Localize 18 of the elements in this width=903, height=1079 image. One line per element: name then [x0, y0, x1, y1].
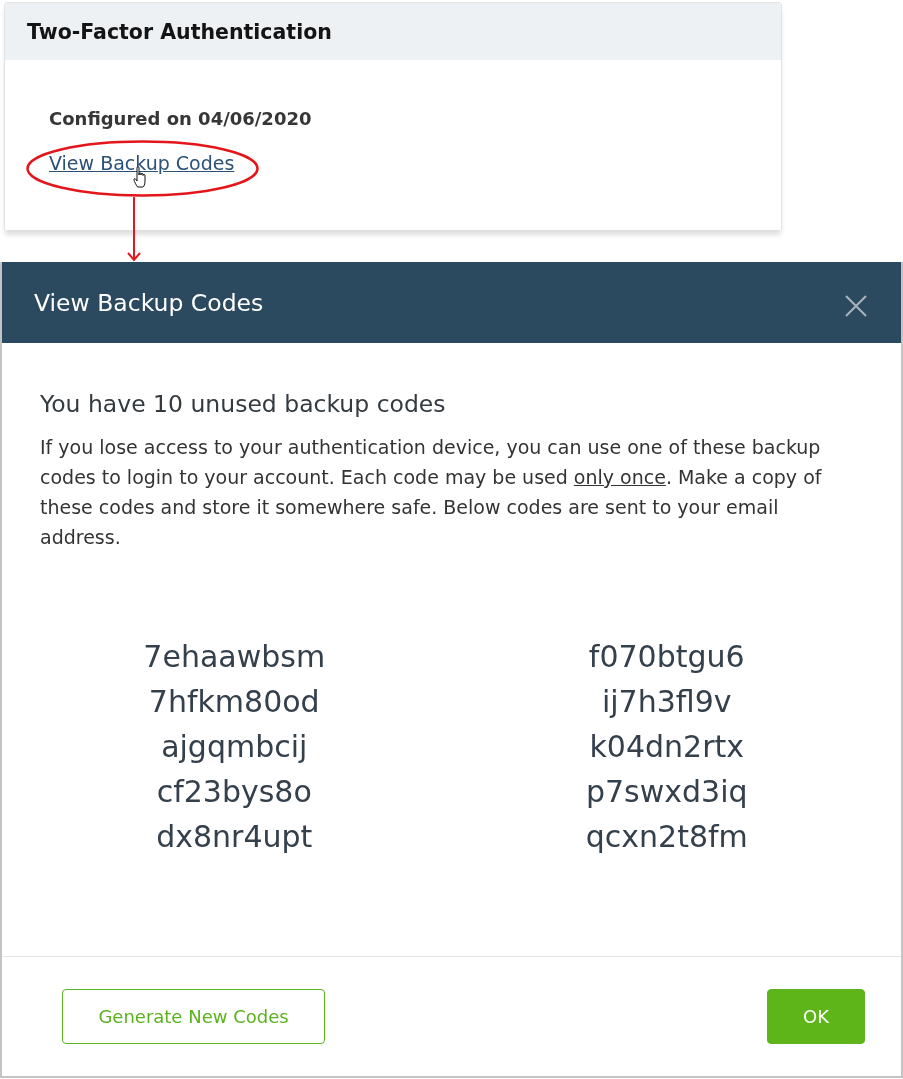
card-title: Two-Factor Authentication	[27, 19, 332, 44]
backup-code: ajgqmbcij	[161, 728, 308, 766]
backup-code: k04dn2rtx	[589, 728, 744, 766]
backup-code: 7ehaawbsm	[143, 638, 326, 676]
close-icon[interactable]	[845, 294, 867, 317]
backup-code: qcxn2t8fm	[585, 818, 748, 856]
backup-code: f070btgu6	[588, 638, 745, 676]
unused-codes-heading: You have 10 unused backup codes	[40, 389, 447, 419]
pointer-arrow	[127, 197, 141, 262]
only-once-link[interactable]: only once	[573, 466, 666, 488]
backup-code: cf23bys8o	[156, 773, 312, 811]
backup-code: 7hfkm80od	[148, 683, 320, 721]
backup-code: p7swxd3iq	[585, 773, 748, 811]
backup-code: dx8nr4upt	[156, 818, 313, 856]
dialog-title: View Backup Codes	[34, 288, 264, 317]
backup-code: ij7h3fl9v	[601, 683, 732, 721]
dialog-message: If you lose access to your authentication device, you can use one of these backup codes to login to your account. Each code may be used only once. Make a copy of these codes and store it somewhere safe. Below codes are sent to your email address.	[40, 435, 823, 550]
configured-date-text: Configured on 04/06/2020	[49, 107, 312, 131]
